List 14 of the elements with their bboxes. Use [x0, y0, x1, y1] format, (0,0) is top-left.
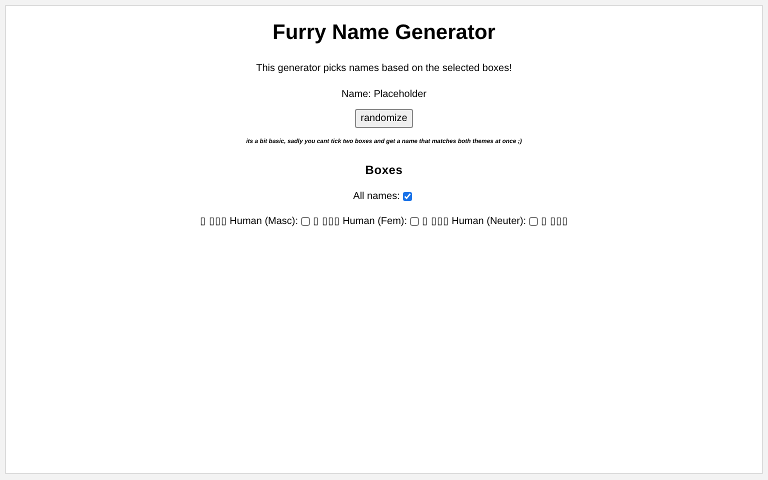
randomize-button[interactable]: randomize — [354, 108, 414, 128]
checkbox-label: ▯ ▯▯▯ Human (Masc): — [200, 214, 298, 228]
checkbox[interactable] — [402, 192, 412, 200]
checkbox-label: All names: — [353, 190, 400, 204]
checkbox[interactable] — [301, 216, 310, 226]
checkbox-label: ▯ ▯▯▯ Human (Neuter): — [422, 214, 526, 228]
checkbox[interactable] — [529, 216, 538, 226]
checkbox[interactable] — [410, 216, 420, 226]
checkbox-label: ▯ ▯▯▯ Human (Fem): — [313, 214, 408, 228]
boxes-heading: Boxes — [365, 162, 403, 178]
name-text: Name: Placeholder — [341, 88, 427, 102]
intro-text: This generator picks names based on the selected boxes! — [256, 62, 512, 76]
trailing-text: ▯ ▯▯▯ — [541, 214, 568, 228]
page-title: Furry Name Generator — [272, 20, 496, 46]
